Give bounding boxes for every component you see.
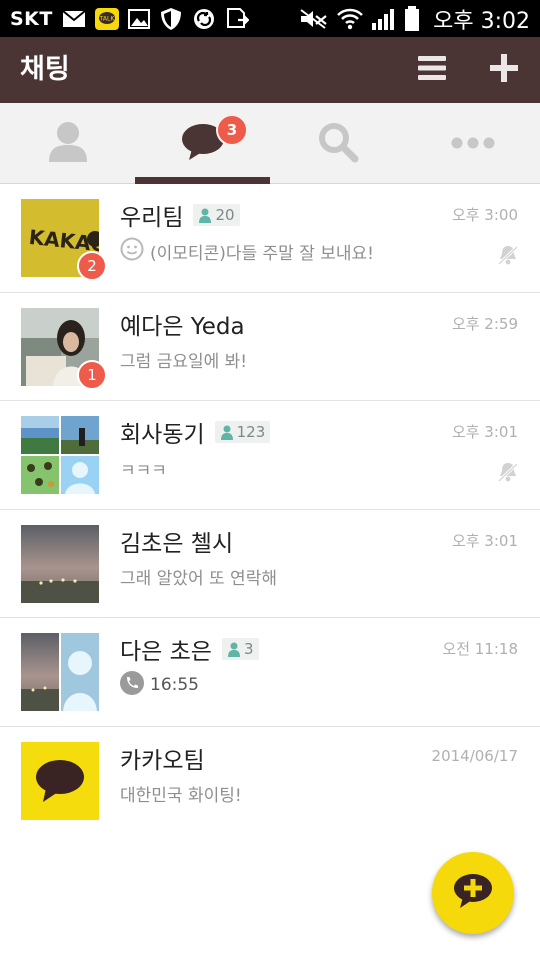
member-count-value: 123 bbox=[236, 423, 266, 441]
chat-time: 오후 3:01 bbox=[451, 531, 518, 550]
svg-text:TALK: TALK bbox=[99, 15, 116, 22]
search-icon bbox=[317, 121, 359, 167]
new-chat-fab[interactable] bbox=[432, 852, 514, 934]
unread-badge: 1 bbox=[77, 359, 107, 390]
chat-preview: 그래 알았어 또 연락해 bbox=[120, 569, 277, 589]
muted-bell-icon bbox=[497, 244, 519, 270]
person-icon bbox=[47, 120, 89, 168]
member-icon bbox=[199, 208, 212, 223]
chat-name: 김초은 첼시 bbox=[120, 530, 234, 557]
menu-icon bbox=[417, 54, 447, 86]
kakao-team-avatar bbox=[21, 741, 99, 820]
status-bar: SKT TALK 오후 3:02 bbox=[0, 0, 540, 37]
chat-name: 우리팀 bbox=[120, 205, 184, 231]
chat-row-urteam[interactable]: KAKAO 2 우리팀 20 오후 3:00 (이모티콘)다들 주말 잘 보내요… bbox=[0, 184, 540, 293]
signal-icon bbox=[371, 7, 397, 31]
chat-name: 카카오팀 bbox=[120, 747, 205, 774]
mute-icon bbox=[299, 8, 329, 30]
add-chat-button[interactable] bbox=[474, 37, 534, 103]
member-icon bbox=[227, 642, 240, 657]
kakaotalk-icon: TALK bbox=[94, 7, 119, 30]
chat-time: 오후 3:00 bbox=[451, 206, 518, 224]
more-dots-icon bbox=[451, 134, 495, 153]
chat-preview: ㅋㅋㅋ bbox=[120, 460, 167, 481]
muted-bell-icon bbox=[497, 461, 519, 487]
unread-badge: 2 bbox=[77, 251, 107, 281]
menu-button[interactable] bbox=[402, 37, 462, 103]
chat-name: 다은 초은 bbox=[120, 639, 212, 665]
wifi-icon bbox=[336, 7, 364, 31]
call-duration: 16:55 bbox=[150, 675, 199, 695]
group-avatar bbox=[21, 416, 99, 494]
chat-time: 오후 3:01 bbox=[451, 423, 518, 441]
chat-time: 오후 2:59 bbox=[451, 314, 518, 333]
download-icon bbox=[225, 7, 249, 31]
battery-icon bbox=[404, 5, 420, 32]
image-icon bbox=[127, 8, 150, 29]
tab-friends[interactable] bbox=[0, 103, 135, 184]
mail-icon bbox=[62, 9, 86, 28]
tab-chats[interactable]: 3 bbox=[135, 103, 270, 185]
chat-row-daeun-choeun[interactable]: 다은 초은 3 오전 11:18 16:55 bbox=[0, 618, 540, 727]
chat-preview: (이모티콘)다들 주말 잘 보내요! bbox=[150, 243, 374, 264]
emoticon-icon bbox=[120, 237, 144, 266]
chat-row-chelsea[interactable]: 김초은 첼시 오후 3:01 그래 알았어 또 연락해 bbox=[0, 509, 540, 618]
shield-icon bbox=[159, 7, 183, 31]
member-icon bbox=[220, 425, 233, 440]
member-count-value: 3 bbox=[243, 640, 254, 658]
phone-call-icon bbox=[120, 670, 144, 700]
new-chat-icon bbox=[452, 872, 494, 914]
chat-preview: 그럼 금요일에 봐! bbox=[120, 352, 248, 372]
chat-preview: 대한민국 화이팅! bbox=[120, 786, 242, 806]
profile-avatar bbox=[21, 524, 99, 603]
chats-unread-badge: 3 bbox=[216, 114, 248, 146]
group-avatar bbox=[21, 633, 99, 711]
chat-time: 2014/06/17 bbox=[431, 746, 518, 765]
member-count: 123 bbox=[214, 421, 271, 443]
member-count: 20 bbox=[193, 204, 240, 226]
tab-bar: 3 bbox=[0, 103, 540, 185]
chat-list: KAKAO 2 우리팀 20 오후 3:00 (이모티콘)다들 주말 잘 보내요… bbox=[0, 184, 540, 835]
status-time: 오후 3:02 bbox=[433, 8, 530, 34]
tab-search[interactable] bbox=[270, 103, 405, 184]
sync-icon bbox=[192, 7, 216, 31]
chat-time: 오전 11:18 bbox=[442, 640, 518, 658]
chat-name: 예다은 Yeda bbox=[120, 313, 245, 340]
chat-row-kakaoteam[interactable]: 카카오팀 2014/06/17 대한민국 화이팅! bbox=[0, 726, 540, 835]
app-header: 채팅 bbox=[0, 37, 540, 103]
chat-row-yeda[interactable]: 1 예다은 Yeda 오후 2:59 그럼 금요일에 봐! bbox=[0, 292, 540, 401]
plus-icon bbox=[489, 53, 519, 87]
page-title: 채팅 bbox=[20, 54, 70, 85]
chat-row-company[interactable]: 회사동기 123 오후 3:01 ㅋㅋㅋ bbox=[0, 401, 540, 510]
carrier-label: SKT bbox=[10, 7, 53, 30]
tab-more[interactable] bbox=[405, 103, 540, 184]
member-count-value: 20 bbox=[215, 206, 235, 224]
chat-name: 회사동기 bbox=[120, 422, 205, 448]
member-count: 3 bbox=[221, 638, 259, 660]
